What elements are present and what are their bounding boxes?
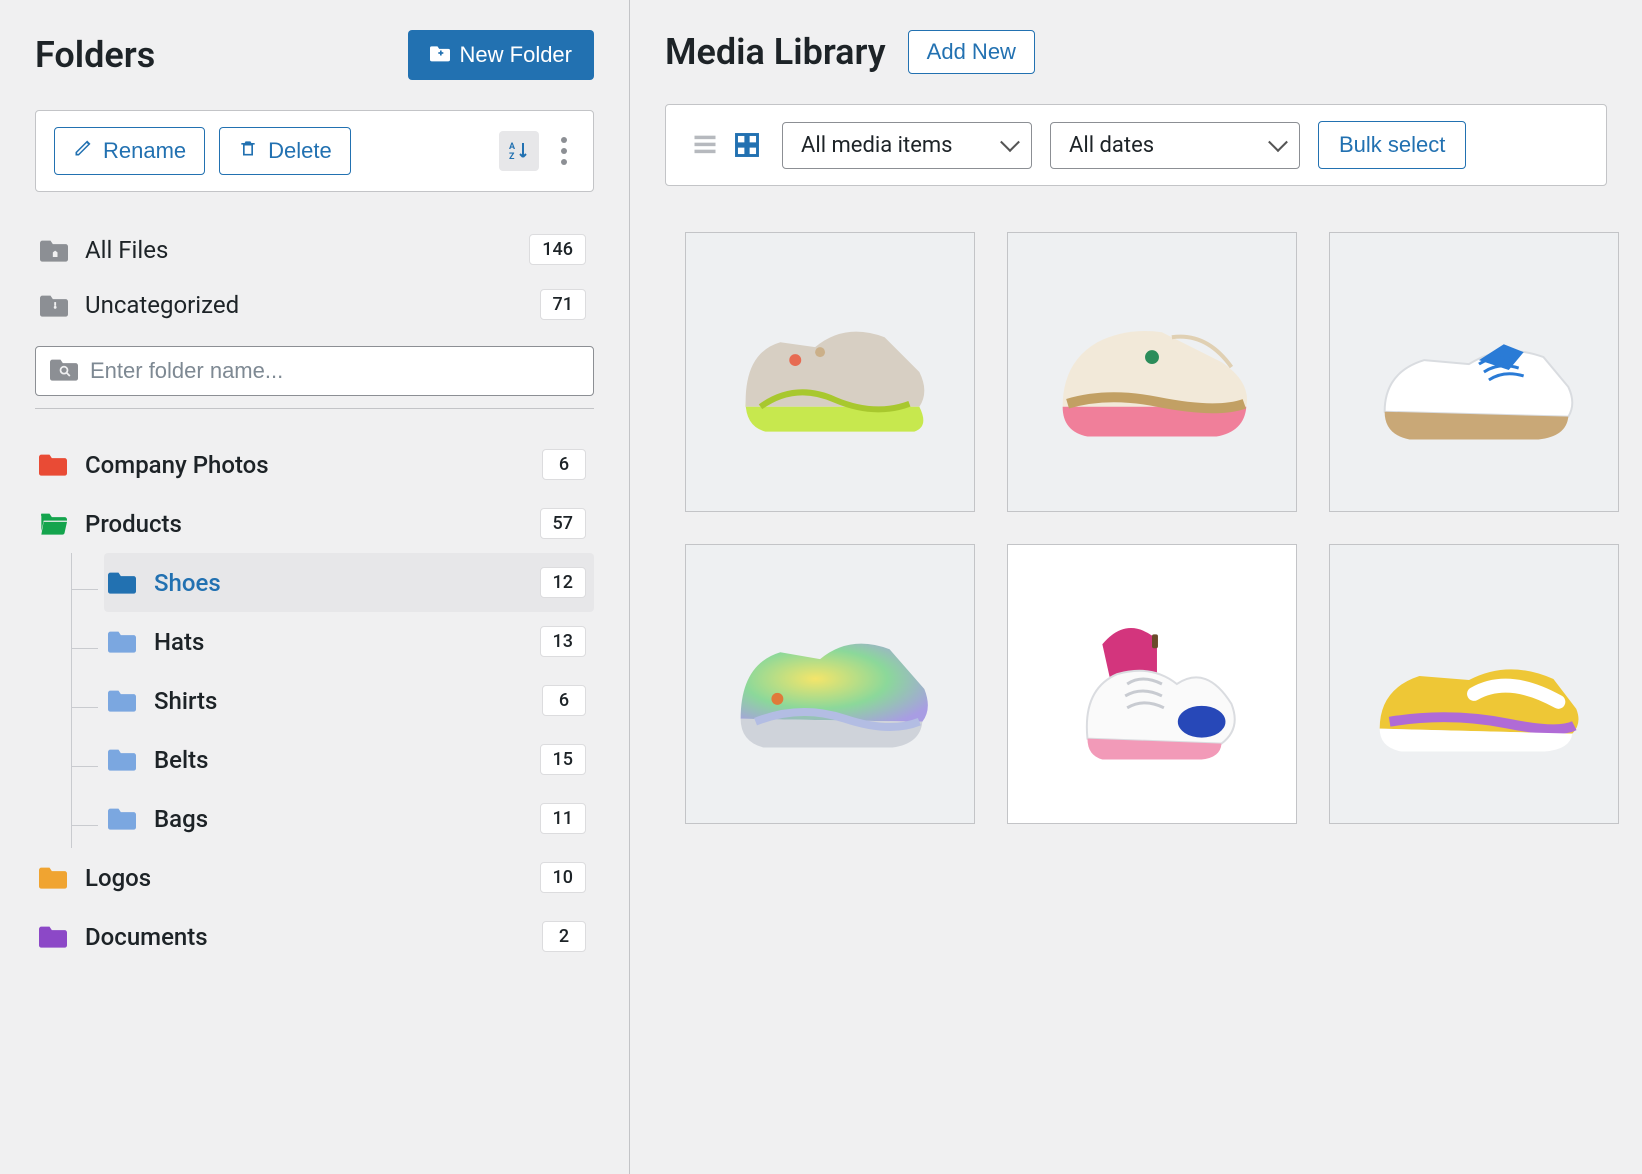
rename-button[interactable]: Rename bbox=[54, 127, 205, 175]
media-item-2[interactable] bbox=[1007, 232, 1297, 512]
count-badge: 57 bbox=[540, 508, 586, 539]
svg-text:Z: Z bbox=[509, 152, 515, 162]
svg-text:A: A bbox=[509, 142, 516, 152]
count-badge: 12 bbox=[540, 567, 586, 598]
folder-belts[interactable]: Belts 15 bbox=[104, 730, 594, 789]
folder-icon bbox=[108, 688, 138, 714]
count-badge: 13 bbox=[540, 626, 586, 657]
home-folder-icon bbox=[39, 237, 69, 263]
media-main: Media Library Add New All media items Al… bbox=[630, 0, 1642, 1174]
count-badge: 10 bbox=[540, 862, 586, 893]
folder-icon bbox=[108, 747, 138, 773]
media-filter-bar: All media items All dates Bulk select bbox=[665, 104, 1607, 186]
folder-icon bbox=[108, 629, 138, 655]
divider bbox=[35, 408, 594, 409]
uncategorized-row[interactable]: Uncategorized 71 bbox=[35, 277, 594, 332]
sort-az-button[interactable]: AZ bbox=[499, 131, 539, 171]
folder-icon bbox=[39, 865, 69, 891]
count-badge: 146 bbox=[529, 234, 586, 265]
folder-icon bbox=[108, 806, 138, 832]
delete-button[interactable]: Delete bbox=[219, 127, 351, 175]
folder-alert-icon bbox=[39, 292, 69, 318]
folder-documents[interactable]: Documents 2 bbox=[35, 907, 594, 966]
media-grid bbox=[665, 232, 1607, 824]
media-item-5[interactable] bbox=[1007, 544, 1297, 824]
folder-shoes[interactable]: Shoes 12 bbox=[104, 553, 594, 612]
folder-bags[interactable]: Bags 11 bbox=[104, 789, 594, 848]
shoe-image-icon bbox=[1330, 545, 1618, 823]
count-badge: 71 bbox=[540, 289, 586, 320]
folder-icon bbox=[108, 570, 138, 596]
grid-view-button[interactable] bbox=[730, 128, 764, 162]
shoe-image-icon bbox=[1330, 233, 1618, 511]
folder-search-icon bbox=[50, 357, 78, 385]
date-filter[interactable]: All dates bbox=[1050, 122, 1300, 169]
count-badge: 2 bbox=[542, 921, 586, 952]
folders-title: Folders bbox=[35, 34, 155, 76]
folder-icon bbox=[39, 924, 69, 950]
media-item-3[interactable] bbox=[1329, 232, 1619, 512]
media-item-4[interactable] bbox=[685, 544, 975, 824]
folder-search-input[interactable] bbox=[90, 358, 579, 384]
folder-hats[interactable]: Hats 13 bbox=[104, 612, 594, 671]
media-item-6[interactable] bbox=[1329, 544, 1619, 824]
shoe-image-icon bbox=[1008, 233, 1296, 511]
shoe-image-icon bbox=[1008, 545, 1296, 823]
count-badge: 6 bbox=[542, 685, 586, 716]
folder-tree: Company Photos 6 Products 57 Shoes 12 bbox=[35, 435, 594, 966]
folder-search[interactable] bbox=[35, 346, 594, 396]
all-files-row[interactable]: All Files 146 bbox=[35, 222, 594, 277]
count-badge: 11 bbox=[540, 803, 586, 834]
count-badge: 6 bbox=[542, 449, 586, 480]
folder-plus-icon bbox=[430, 42, 450, 68]
list-view-button[interactable] bbox=[688, 128, 722, 162]
more-options-button[interactable] bbox=[553, 137, 575, 165]
folder-icon bbox=[39, 452, 69, 478]
folder-shirts[interactable]: Shirts 6 bbox=[104, 671, 594, 730]
count-badge: 15 bbox=[540, 744, 586, 775]
media-type-filter[interactable]: All media items bbox=[782, 122, 1032, 169]
folder-toolbar: Rename Delete AZ bbox=[35, 110, 594, 192]
trash-icon bbox=[238, 138, 258, 164]
media-library-title: Media Library bbox=[665, 31, 886, 73]
folder-open-icon bbox=[39, 511, 69, 537]
folder-company-photos[interactable]: Company Photos 6 bbox=[35, 435, 594, 494]
shoe-image-icon bbox=[686, 233, 974, 511]
shoe-image-icon bbox=[686, 545, 974, 823]
folder-logos[interactable]: Logos 10 bbox=[35, 848, 594, 907]
new-folder-button[interactable]: New Folder bbox=[408, 30, 594, 80]
pencil-icon bbox=[73, 138, 93, 164]
folder-products[interactable]: Products 57 bbox=[35, 494, 594, 553]
folders-sidebar: Folders New Folder Rename Delete AZ bbox=[0, 0, 630, 1174]
media-item-1[interactable] bbox=[685, 232, 975, 512]
add-new-button[interactable]: Add New bbox=[908, 30, 1035, 74]
bulk-select-button[interactable]: Bulk select bbox=[1318, 121, 1466, 169]
